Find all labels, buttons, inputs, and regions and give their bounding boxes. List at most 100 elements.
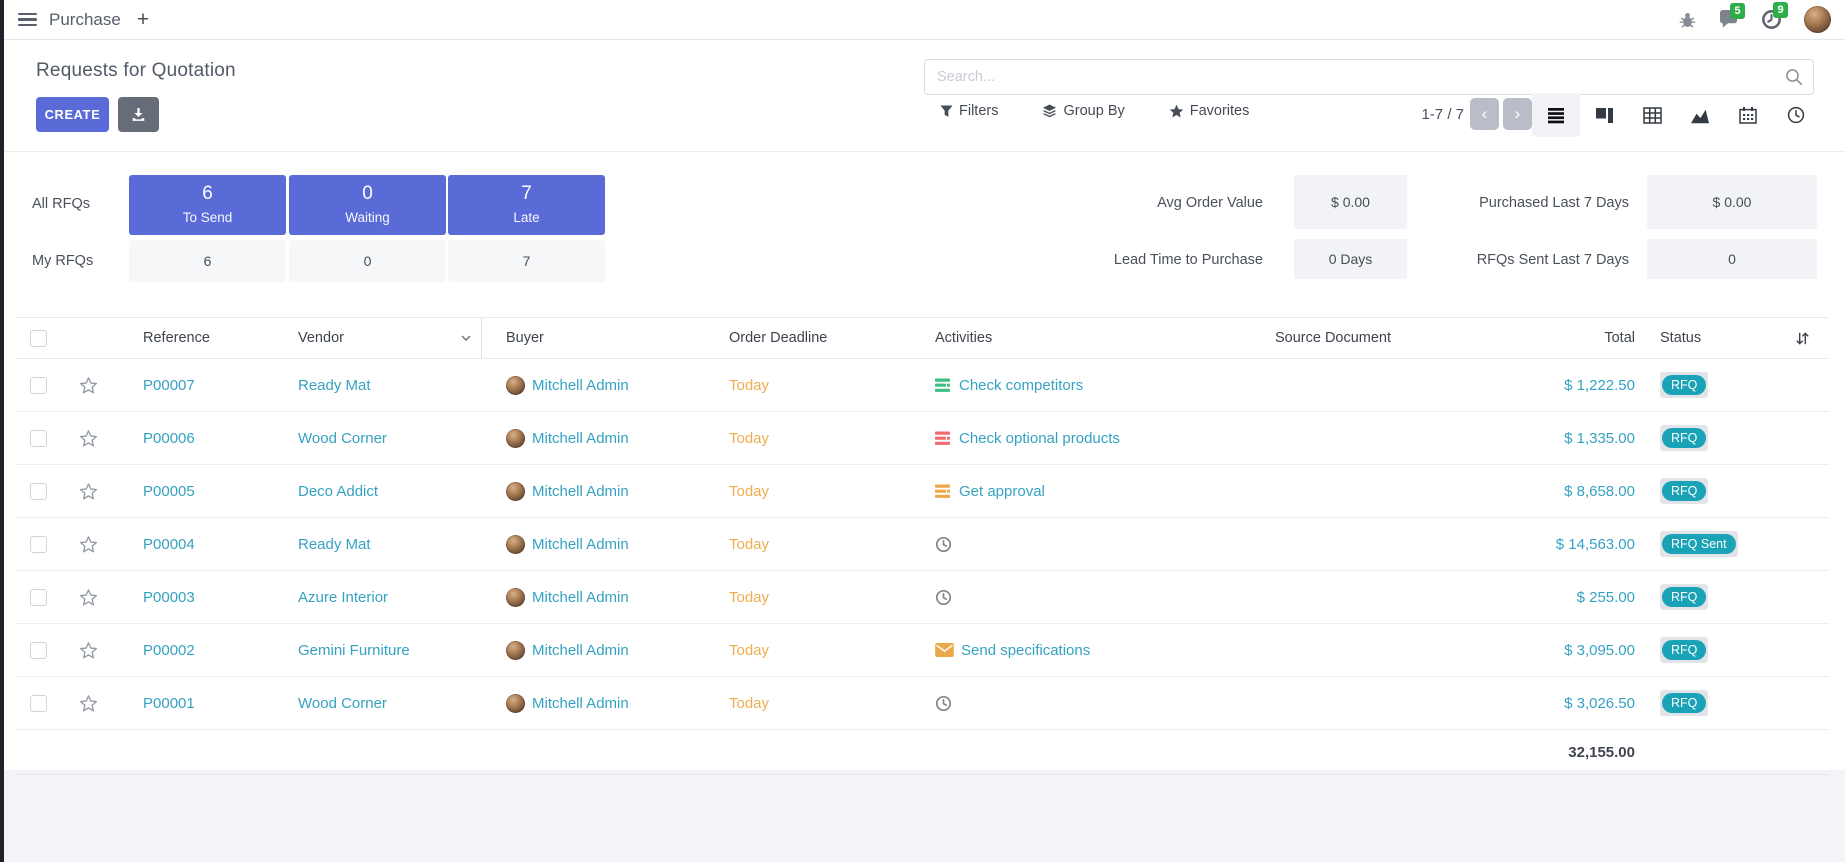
header-status[interactable]: Status	[1641, 330, 1776, 346]
vendor-link[interactable]: Ready Mat	[298, 377, 371, 394]
tile-late[interactable]: 7 Late	[448, 175, 605, 235]
activity-cell[interactable]: Check competitors	[920, 377, 1170, 394]
table-row[interactable]: P00002 Gemini Furniture Mitchell Admin T…	[16, 624, 1829, 677]
tile-to-send[interactable]: 6 To Send	[129, 175, 286, 235]
table-total-row: 32,155.00	[16, 730, 1829, 775]
header-activities[interactable]: Activities	[920, 330, 1170, 346]
vendor-link[interactable]: Gemini Furniture	[298, 642, 410, 659]
my-late-tile[interactable]: 7	[448, 240, 605, 282]
reference-link[interactable]: P00002	[143, 642, 195, 659]
favorite-star-toggle[interactable]	[60, 535, 116, 554]
buyer-link[interactable]: Mitchell Admin	[532, 642, 629, 659]
header-order-deadline[interactable]: Order Deadline	[710, 330, 920, 346]
vendor-link[interactable]: Deco Addict	[298, 483, 378, 500]
favorites-menu[interactable]: Favorites	[1169, 103, 1250, 119]
reference-link[interactable]: P00004	[143, 536, 195, 553]
header-total[interactable]: Total	[1496, 330, 1641, 346]
apps-menu-icon[interactable]	[18, 13, 37, 27]
table-row[interactable]: P00001 Wood Corner Mitchell Admin Today …	[16, 677, 1829, 730]
app-name[interactable]: Purchase	[49, 10, 121, 30]
activity-cell[interactable]: Check optional products	[920, 430, 1170, 447]
order-deadline-text: Today	[710, 483, 920, 500]
row-checkbox[interactable]	[30, 536, 47, 553]
my-to-send-tile[interactable]: 6	[129, 240, 286, 282]
row-checkbox[interactable]	[30, 430, 47, 447]
window-left-edge	[0, 0, 4, 862]
favorite-star-toggle[interactable]	[60, 694, 116, 713]
buyer-link[interactable]: Mitchell Admin	[532, 536, 629, 553]
search-icon[interactable]	[1785, 68, 1803, 86]
table-row[interactable]: P00007 Ready Mat Mitchell Admin Today Ch…	[16, 359, 1829, 412]
table-row[interactable]: P00006 Wood Corner Mitchell Admin Today …	[16, 412, 1829, 465]
reference-link[interactable]: P00003	[143, 589, 195, 606]
create-button[interactable]: CREATE	[36, 97, 109, 132]
row-checkbox[interactable]	[30, 642, 47, 659]
graph-view-button[interactable]	[1676, 93, 1724, 137]
favorite-star-toggle[interactable]	[60, 641, 116, 660]
search-input[interactable]	[925, 69, 1785, 85]
activity-link[interactable]: Get approval	[959, 483, 1045, 500]
activity-cell[interactable]: Send specifications	[920, 642, 1170, 659]
activity-view-button[interactable]	[1772, 93, 1820, 137]
optional-columns-toggle[interactable]	[1776, 331, 1829, 346]
list-view-button[interactable]	[1532, 93, 1580, 137]
table-row[interactable]: P00005 Deco Addict Mitchell Admin Today …	[16, 465, 1829, 518]
debug-bug-icon[interactable]	[1679, 11, 1696, 29]
activity-cell[interactable]: Get approval	[920, 483, 1170, 500]
buyer-link[interactable]: Mitchell Admin	[532, 377, 629, 394]
buyer-link[interactable]: Mitchell Admin	[532, 430, 629, 447]
row-checkbox[interactable]	[30, 483, 47, 500]
header-source-document[interactable]: Source Document	[1170, 330, 1496, 346]
reference-link[interactable]: P00005	[143, 483, 195, 500]
avg-order-value-label: Avg Order Value	[1004, 195, 1263, 211]
calendar-view-button[interactable]	[1724, 93, 1772, 137]
filters-menu[interactable]: Filters	[940, 103, 998, 119]
vendor-link[interactable]: Azure Interior	[298, 589, 388, 606]
header-reference[interactable]: Reference	[116, 330, 280, 346]
star-outline-icon	[79, 429, 98, 448]
favorite-star-toggle[interactable]	[60, 376, 116, 395]
activity-cell[interactable]	[920, 536, 1170, 553]
reference-link[interactable]: P00007	[143, 377, 195, 394]
favorite-star-toggle[interactable]	[60, 482, 116, 501]
activity-link[interactable]: Check competitors	[959, 377, 1083, 394]
pager-next-button[interactable]: ›	[1503, 98, 1532, 130]
favorite-star-toggle[interactable]	[60, 588, 116, 607]
vendor-link[interactable]: Ready Mat	[298, 536, 371, 553]
header-buyer[interactable]: Buyer	[482, 330, 710, 346]
activity-cell[interactable]	[920, 695, 1170, 712]
buyer-link[interactable]: Mitchell Admin	[532, 695, 629, 712]
vendor-link[interactable]: Wood Corner	[298, 430, 387, 447]
activity-link[interactable]: Check optional products	[959, 430, 1120, 447]
reference-link[interactable]: P00006	[143, 430, 195, 447]
export-download-button[interactable]	[118, 97, 159, 132]
my-waiting-tile[interactable]: 0	[289, 240, 446, 282]
reference-link[interactable]: P00001	[143, 695, 195, 712]
group-by-menu[interactable]: Group By	[1042, 103, 1124, 119]
lead-time-label: Lead Time to Purchase	[1004, 252, 1263, 268]
favorite-star-toggle[interactable]	[60, 429, 116, 448]
activity-cell[interactable]	[920, 589, 1170, 606]
table-row[interactable]: P00003 Azure Interior Mitchell Admin Tod…	[16, 571, 1829, 624]
pivot-view-button[interactable]	[1628, 93, 1676, 137]
select-all-checkbox[interactable]	[30, 330, 47, 347]
header-vendor[interactable]: Vendor	[280, 318, 482, 358]
activities-clock-icon[interactable]: 9	[1761, 9, 1782, 30]
user-avatar[interactable]	[1804, 6, 1831, 33]
table-row[interactable]: P00004 Ready Mat Mitchell Admin Today $ …	[16, 518, 1829, 571]
status-badge: RFQ	[1660, 690, 1708, 716]
row-checkbox[interactable]	[30, 377, 47, 394]
row-checkbox[interactable]	[30, 695, 47, 712]
row-checkbox[interactable]	[30, 589, 47, 606]
kanban-view-button[interactable]	[1580, 93, 1628, 137]
vendor-link[interactable]: Wood Corner	[298, 695, 387, 712]
activity-link[interactable]: Send specifications	[961, 642, 1090, 659]
pager-previous-button[interactable]: ‹	[1470, 98, 1499, 130]
messages-icon[interactable]: 5	[1718, 10, 1739, 29]
buyer-link[interactable]: Mitchell Admin	[532, 483, 629, 500]
group-by-label: Group By	[1063, 103, 1124, 119]
plus-icon[interactable]: +	[137, 9, 149, 30]
tile-waiting[interactable]: 0 Waiting	[289, 175, 446, 235]
buyer-link[interactable]: Mitchell Admin	[532, 589, 629, 606]
activity-envelope-icon	[935, 643, 954, 657]
